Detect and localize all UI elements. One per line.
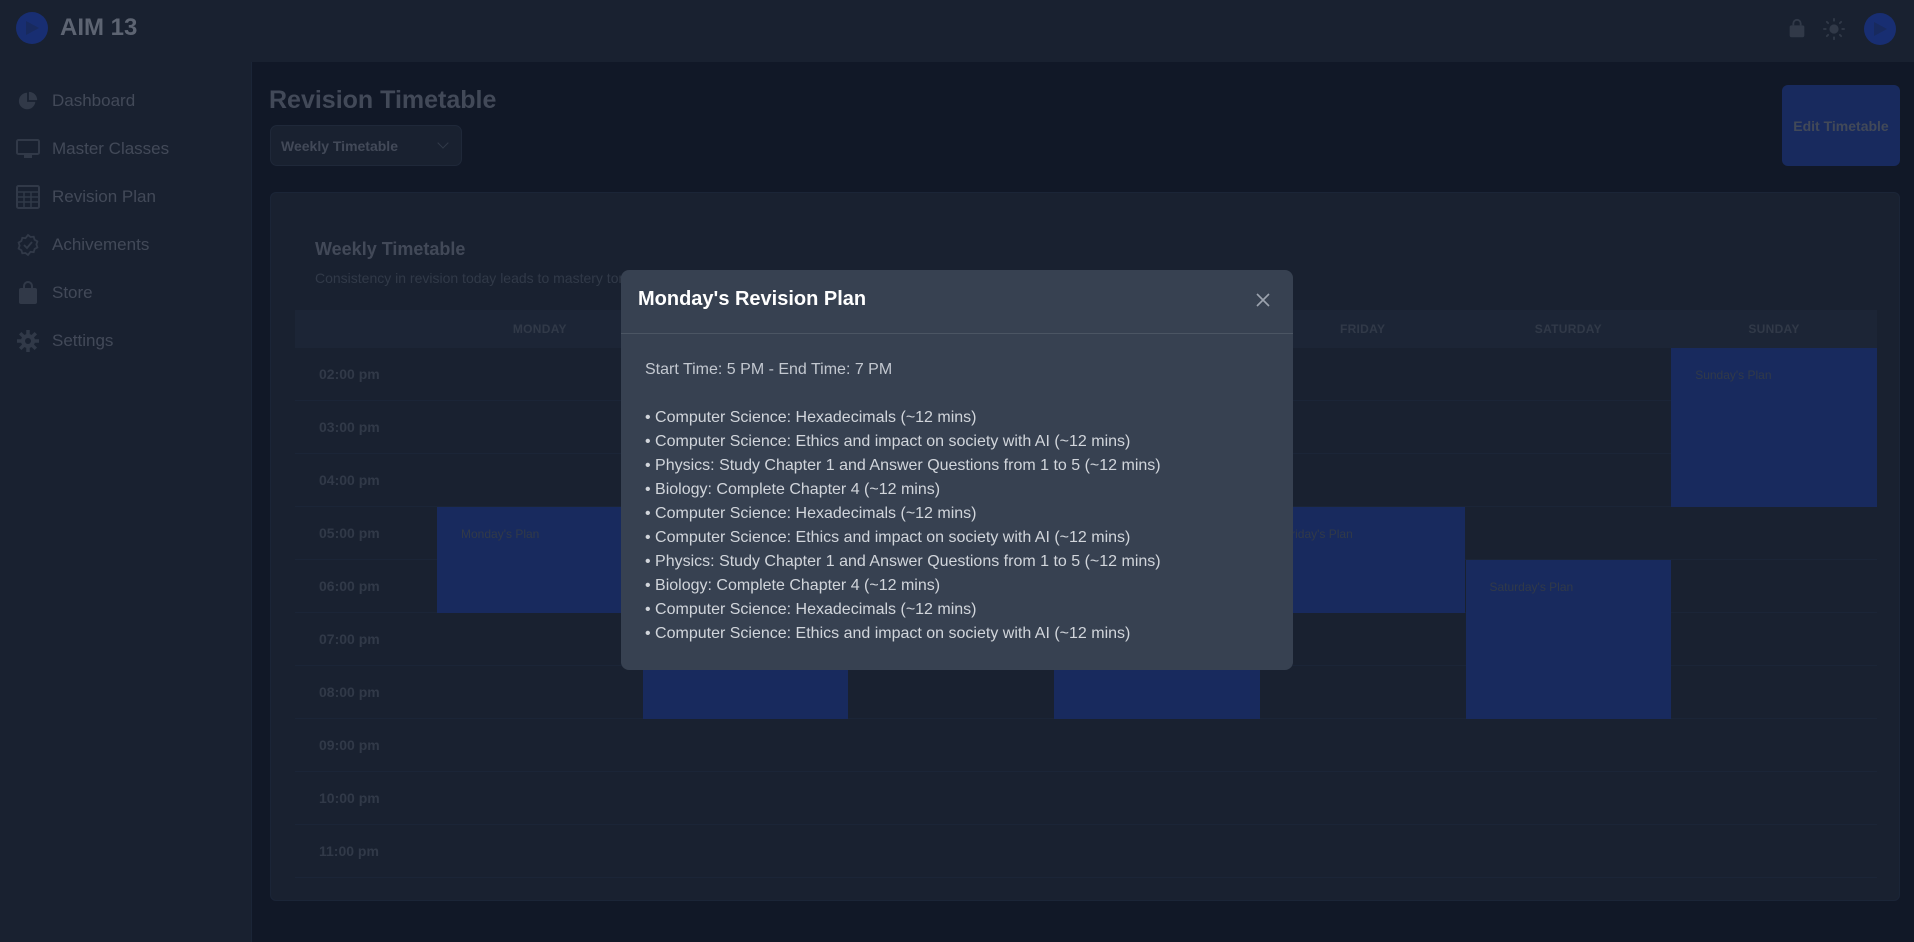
task-item: • Biology: Complete Chapter 4 (~12 mins)	[645, 481, 941, 498]
task-item: • Computer Science: Ethics and impact on…	[645, 625, 1131, 642]
task-item: • Computer Science: Ethics and impact on…	[645, 529, 1131, 546]
modal-title: Monday's Revision Plan	[638, 288, 867, 310]
task-item: • Physics: Study Chapter 1 and Answer Qu…	[645, 553, 1161, 570]
task-item: • Biology: Complete Chapter 4 (~12 mins)	[645, 577, 941, 594]
close-icon[interactable]	[1251, 288, 1275, 312]
time-range: Start Time: 5 PM - End Time: 7 PM	[645, 361, 893, 378]
task-item: • Computer Science: Hexadecimals (~12 mi…	[645, 409, 977, 426]
modal-body: Start Time: 5 PM - End Time: 7 PM • Comp…	[645, 358, 1161, 646]
task-item: • Computer Science: Hexadecimals (~12 mi…	[645, 505, 977, 522]
task-item: • Computer Science: Ethics and impact on…	[645, 433, 1131, 450]
modal-divider	[621, 333, 1293, 334]
revision-plan-modal: Monday's Revision Plan Start Time: 5 PM …	[621, 270, 1293, 670]
task-item: • Physics: Study Chapter 1 and Answer Qu…	[645, 457, 1161, 474]
task-item: • Computer Science: Hexadecimals (~12 mi…	[645, 601, 977, 618]
